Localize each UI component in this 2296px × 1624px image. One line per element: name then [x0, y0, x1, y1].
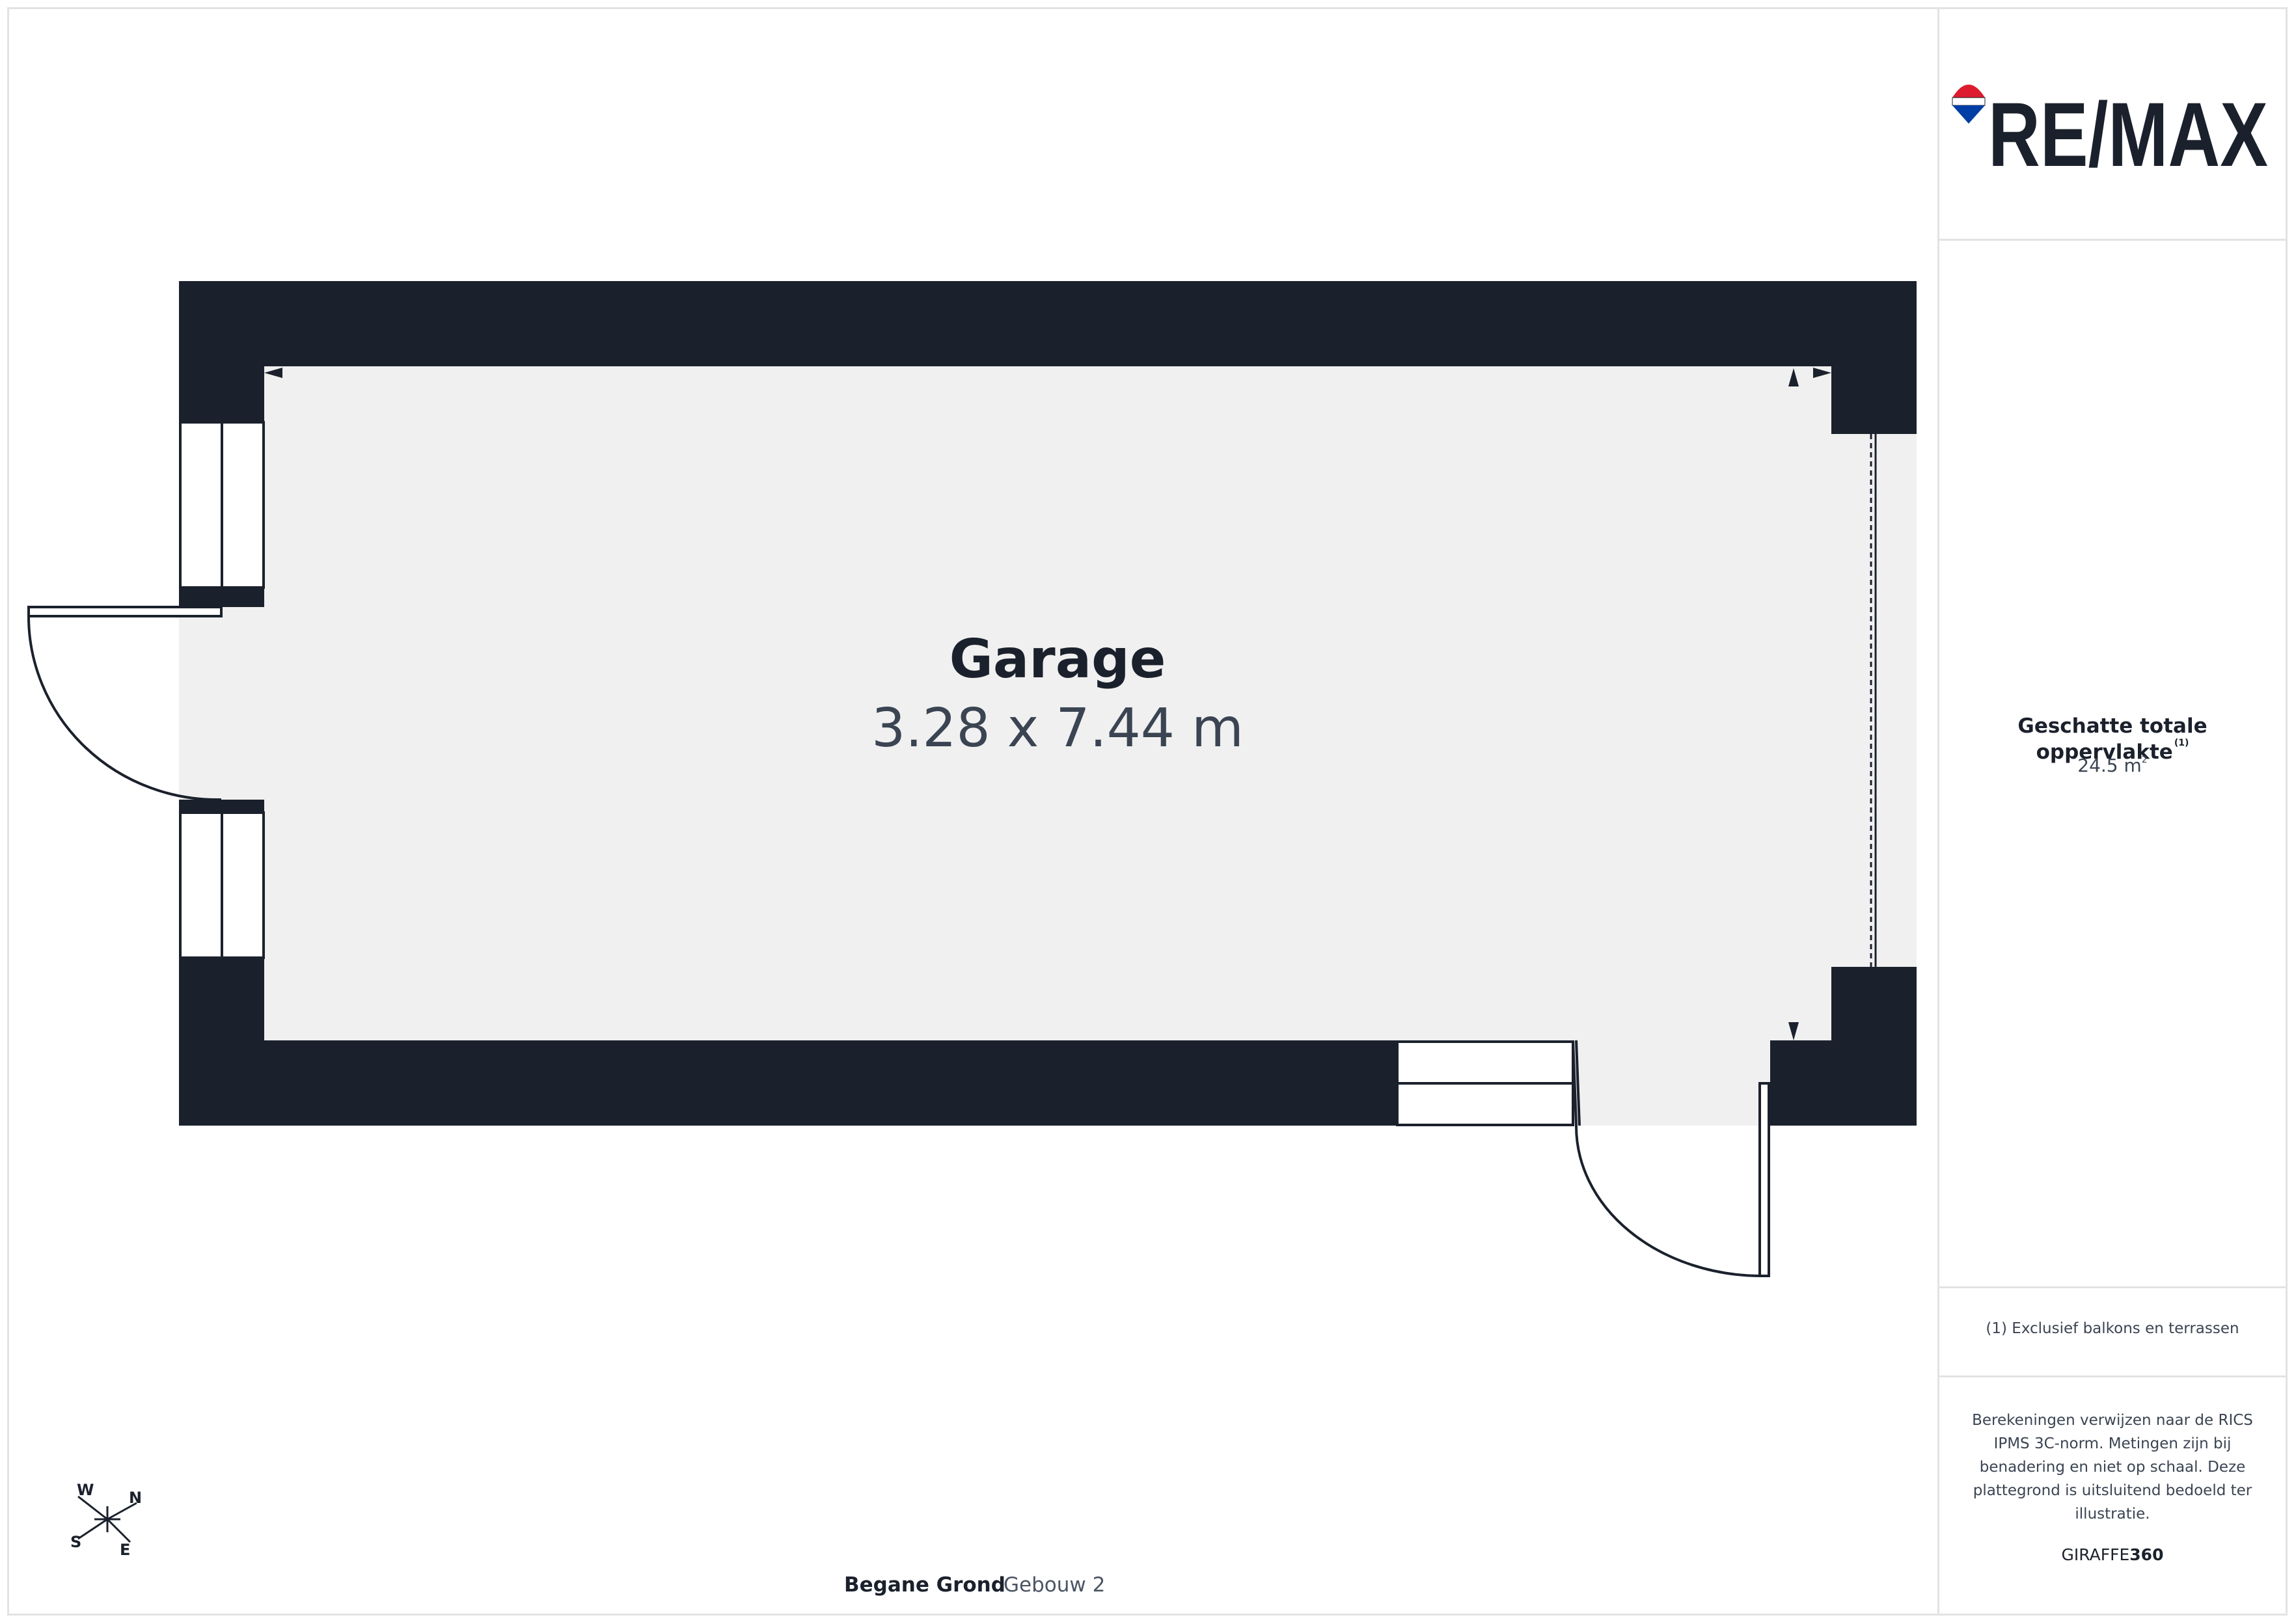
- sidebar-divider: [1937, 7, 1939, 1616]
- wall-left-mid-a: [179, 588, 264, 607]
- floor-plan: [27, 281, 1917, 1277]
- room-dimensions: 3.28 x 7.44 m: [871, 697, 1244, 759]
- sidebar-divider-area: [1939, 1286, 2286, 1288]
- wall-top: [179, 281, 1917, 366]
- compass-s: S: [70, 1533, 81, 1551]
- producer-prefix: GIRAFFE: [2061, 1545, 2130, 1564]
- footnote: (1) Exclusief balkons en terrassen: [1986, 1320, 2239, 1337]
- floor-name: Begane Grond: [844, 1573, 1005, 1597]
- area-value: 24.5 m2: [1939, 755, 2286, 776]
- balloon-icon: [1952, 85, 1986, 124]
- wall-bottom-right: [1770, 1040, 1917, 1126]
- area-unit-sup: 2: [2141, 755, 2148, 765]
- wall-bottom: [179, 1040, 1397, 1126]
- producer-brand: GIRAFFE360: [1939, 1545, 2286, 1564]
- window-left-lower-b: [221, 811, 265, 959]
- sidebar-divider-footnote: [1939, 1375, 2286, 1377]
- compass-w: W: [77, 1481, 94, 1499]
- wall-left-mid-b: [179, 800, 264, 813]
- remax-logo: RE/MAX: [1952, 83, 2268, 176]
- window-left-upper-b: [221, 421, 265, 589]
- window-bottom-b: [1396, 1082, 1574, 1126]
- window-left-lower-a: [179, 811, 223, 959]
- wall-right-upper: [1831, 281, 1917, 434]
- disclaimer: Berekeningen verwijzen naar de RICS IPMS…: [1972, 1412, 2253, 1522]
- area-footnote-mark: (1): [2174, 738, 2189, 748]
- window-bottom-a: [1396, 1040, 1574, 1085]
- sidebar-divider-logo: [1939, 239, 2286, 241]
- compass-n: N: [129, 1489, 142, 1507]
- building-name: Gebouw 2: [1004, 1573, 1106, 1597]
- area-value-text: 24.5 m: [2077, 755, 2142, 776]
- producer-suffix: 360: [2129, 1545, 2164, 1564]
- logo-text: RE/MAX: [1988, 83, 2268, 176]
- room-name: Garage: [949, 629, 1166, 690]
- window-left-upper-a: [179, 421, 223, 589]
- wall-left-upper: [179, 281, 264, 422]
- compass-e: E: [120, 1541, 130, 1559]
- compass-icon: W N S E: [70, 1481, 142, 1559]
